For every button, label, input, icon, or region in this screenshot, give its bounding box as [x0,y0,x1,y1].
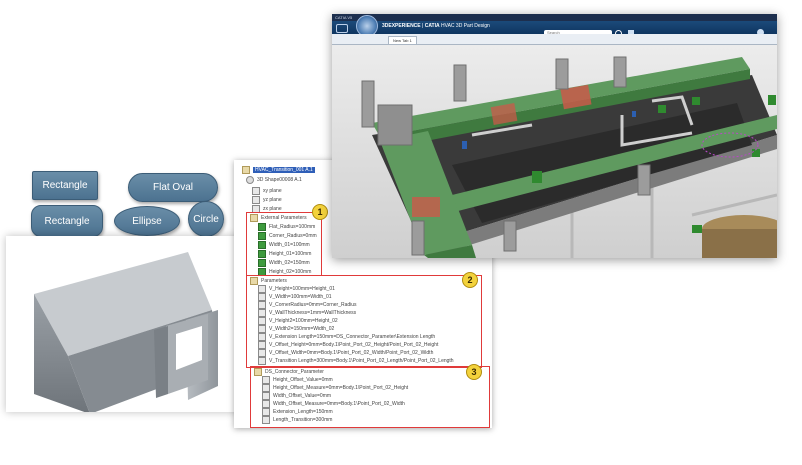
tree-plane[interactable]: yz plane [252,196,282,204]
shape-label: Ellipse [132,215,162,227]
shape-label: Flat Oval [152,182,193,193]
catia-window: CATIA V5 Search 3DEXPERIENCE | CATIA HVA… [332,14,777,258]
plane-icon [252,196,260,204]
product-icon [242,166,250,174]
tree-part[interactable]: 3D Shape00008 A.1 [246,176,302,184]
cable-tray-scene [361,56,777,258]
rectangle-shape-1[interactable]: Rectangle [32,171,98,200]
transition-part-view [6,236,244,414]
brand-suffix: HVAC 3D Part Design [441,23,490,29]
callout-badge-2: 2 [462,272,478,288]
highlight-box-parameters [246,275,482,368]
shape-label: Rectangle [42,180,88,191]
brand-product: CATIA [424,23,440,29]
circle-shape[interactable]: Circle [188,201,224,237]
tree-root[interactable]: HVAC_Transition_001 A.1 [242,166,315,174]
highlight-box-external-parameters [246,212,322,276]
flat-oval-shape[interactable]: Flat Oval [128,173,218,202]
highlight-box-connector-parameters [250,366,490,428]
part-icon [246,176,254,184]
tree-plane[interactable]: xy plane [252,187,282,195]
3ds-logo-icon [336,24,348,33]
callout-badge-3: 3 [466,364,482,380]
callout-badge-1: 1 [312,204,328,220]
badge-number: 2 [467,275,473,285]
tab-label: New Tab 1 [393,38,412,43]
transition-3d-model [34,252,218,414]
tab-new-tab-1[interactable]: New Tab 1 [388,36,417,44]
rectangle-shape-2[interactable]: Rectangle [31,205,103,237]
badge-number: 1 [317,207,323,217]
window-title: CATIA V5 [335,15,353,20]
shape-label: Rectangle [44,215,90,227]
shape-label: Circle [193,213,219,225]
brand-prefix: 3DEXPERIENCE [382,23,421,29]
tab-bar: New Tab 1 [332,34,777,45]
ellipse-shape[interactable]: Ellipse [114,206,180,236]
app-brand: 3DEXPERIENCE | CATIA HVAC 3D Part Design [382,23,490,29]
plane-icon [252,187,260,195]
badge-number: 3 [471,367,477,377]
window-title-bar: CATIA V5 [332,14,777,21]
3d-viewport[interactable] [332,45,777,258]
